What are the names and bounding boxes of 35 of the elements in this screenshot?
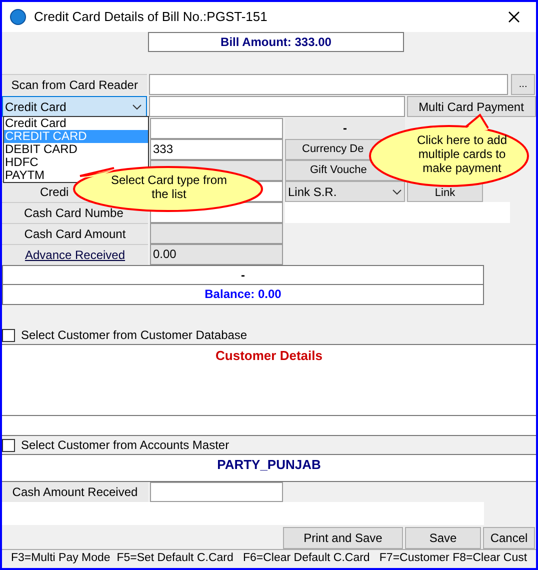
input-field[interactable] [150, 118, 283, 139]
party-name: PARTY_PUNJAB [2, 454, 536, 482]
caret-icon [392, 188, 402, 194]
scan-field[interactable] [149, 74, 508, 95]
link-type-dropdown[interactable]: Link S.R. [285, 181, 405, 202]
input-field[interactable]: 333 [150, 139, 283, 160]
status-text: F3=Multi Pay Mode F5=Set Default C.Card F6=Clear Default C.Card F7=Customer F8=Clear Cust [10, 551, 528, 566]
card-type-dropdown[interactable]: Credit Card [2, 96, 148, 117]
summary-label: - [2, 265, 484, 285]
list-item[interactable]: DEBIT CARD [4, 143, 148, 156]
dash-label: - [285, 118, 405, 139]
card-number-field[interactable] [149, 96, 404, 117]
list-item[interactable]: Credit Card [4, 117, 148, 130]
input-field[interactable] [150, 482, 283, 502]
checkbox-label: Select Customer from Accounts Master [21, 437, 230, 454]
checkbox[interactable] [2, 438, 15, 452]
scan-label: Scan from Card Reader [2, 74, 148, 95]
balance-label: Balance: 0.00 [2, 285, 484, 305]
action-button[interactable]: Cancel [483, 527, 535, 549]
customer-details-panel: Customer Details [2, 344, 536, 416]
field-label: Cash Card Amount [24, 226, 126, 243]
action-button[interactable]: Print and Save [283, 527, 403, 549]
action-button[interactable]: Save [405, 527, 481, 549]
field-label: Cash Card Numbe [24, 205, 124, 222]
multi-card-payment-button[interactable]: Multi Card Payment [406, 96, 536, 117]
window-title: Credit Card Details of Bill No.:PGST-151 [34, 8, 268, 26]
caret-icon [132, 104, 142, 110]
browse-button[interactable]: ... [511, 74, 535, 95]
app-icon [10, 9, 26, 25]
close-icon[interactable] [508, 11, 520, 23]
checkbox-label: Select Customer from Customer Database [21, 327, 248, 344]
field-label: Cash Amount Received [2, 482, 148, 502]
field-label: Credi [40, 184, 69, 201]
bill-amount: Bill Amount: 333.00 [148, 32, 404, 52]
checkbox[interactable] [2, 328, 15, 342]
